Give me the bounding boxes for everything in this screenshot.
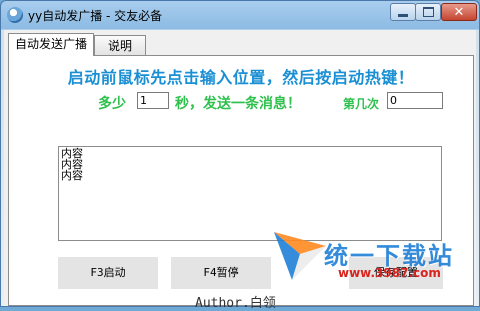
seconds-input[interactable]: 1 <box>137 92 169 109</box>
app-icon <box>7 7 23 23</box>
title-bar[interactable]: yy自动发广播 - 交友必备 ✕ <box>1 1 479 29</box>
watermark-logo-icon <box>274 232 326 280</box>
maximize-icon <box>422 7 434 17</box>
window-title: yy自动发广播 - 交友必备 <box>28 9 163 23</box>
interval-suffix-label: 秒，发送一条消息！ <box>175 96 301 112</box>
pause-button[interactable]: F4暂停 <box>171 257 271 289</box>
message-line: 内容 <box>61 147 83 160</box>
count-input[interactable]: 0 <box>387 92 443 109</box>
tab-instructions[interactable]: 说明 <box>94 35 146 55</box>
watermark-url: www.3987.com <box>338 266 441 280</box>
site-watermark: 统一下载站 www.3987.com <box>270 226 480 307</box>
message-line: 内容 <box>61 158 83 171</box>
message-line: 内容 <box>61 169 83 182</box>
maximize-button[interactable] <box>415 3 441 21</box>
tab-auto-broadcast[interactable]: 自动发送广播 <box>8 33 94 56</box>
count-label: 第几次 <box>343 97 380 111</box>
minimize-button[interactable] <box>390 3 416 21</box>
instruction-headline: 启动前鼠标先点击输入位置，然后按启动热键！ <box>67 68 415 87</box>
close-icon: ✕ <box>453 4 465 20</box>
start-button[interactable]: F3启动 <box>58 257 158 289</box>
author-label: Author.白领 <box>195 296 276 311</box>
minimize-icon <box>398 14 408 17</box>
close-button[interactable]: ✕ <box>441 3 477 21</box>
interval-label: 多少 <box>98 96 126 112</box>
